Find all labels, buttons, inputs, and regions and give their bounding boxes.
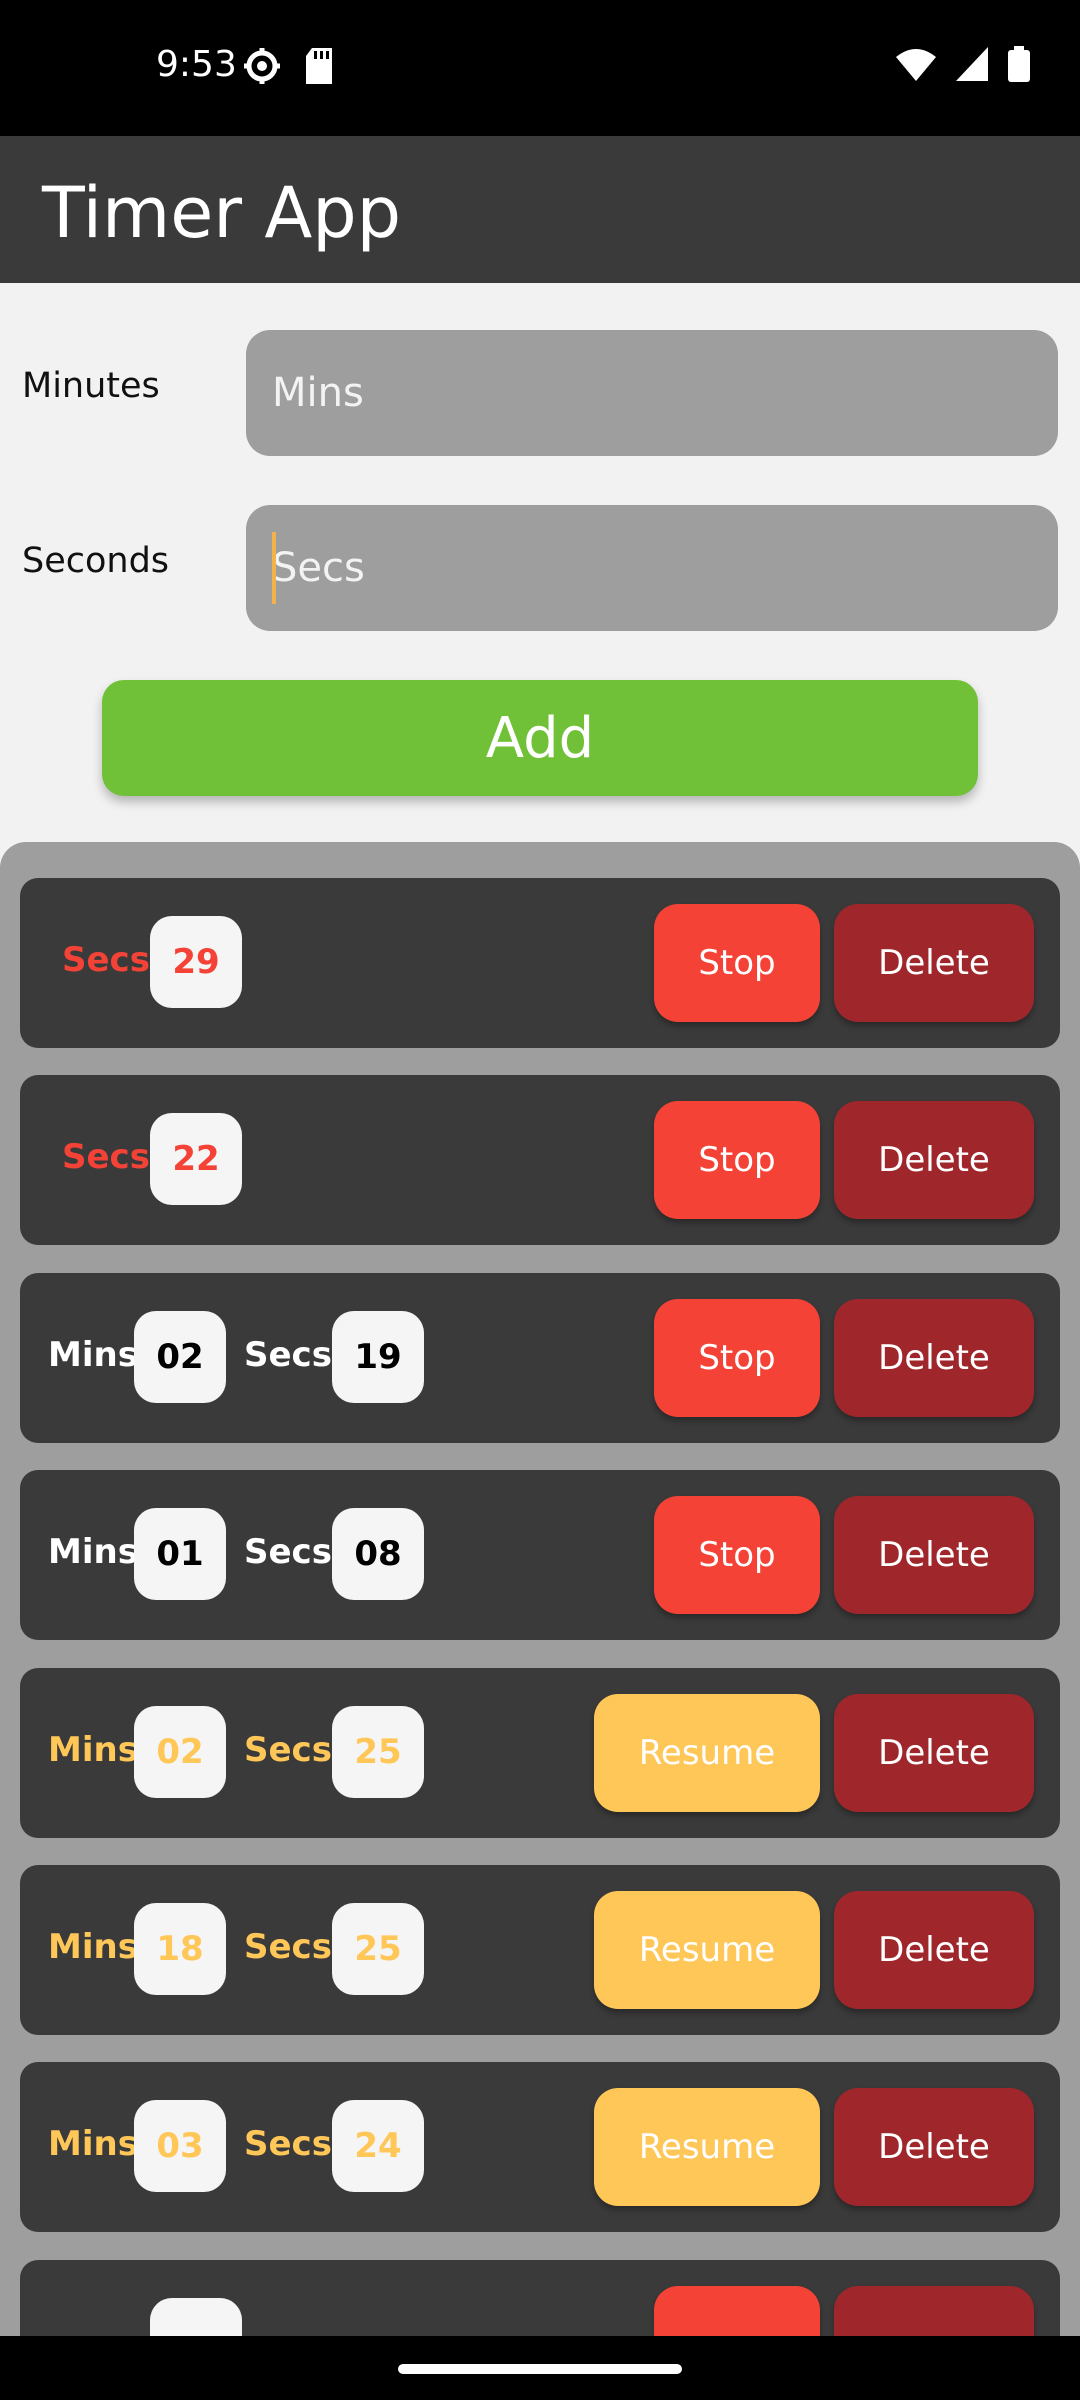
secs-label: Secs (244, 1532, 332, 1572)
timer-card: Mins 02 Secs 19 Stop Delete (20, 1273, 1060, 1443)
home-gesture-handle[interactable] (398, 2364, 682, 2374)
secs-label: Secs (244, 1927, 332, 1967)
seconds-label: Seconds (22, 541, 170, 581)
secs-value: 25 (332, 1903, 424, 1995)
minutes-input[interactable] (246, 330, 1058, 456)
delete-button[interactable]: Delete (834, 1891, 1034, 2009)
add-button[interactable]: Add (102, 680, 978, 796)
delete-button[interactable]: Delete (834, 904, 1034, 1022)
mins-label: Mins (48, 2124, 138, 2164)
delete-button[interactable]: Delete (834, 1496, 1034, 1614)
status-bar: 9:53 (0, 0, 1080, 136)
secs-label: Secs (62, 940, 150, 980)
secs-label: Secs (244, 1730, 332, 1770)
delete-button[interactable]: Delete (834, 1299, 1034, 1417)
delete-button[interactable]: Delete (834, 1694, 1034, 1812)
secs-value: 19 (332, 1311, 424, 1403)
secs-value: 29 (150, 916, 242, 1008)
secs-value: 25 (332, 1706, 424, 1798)
secs-value: 08 (332, 1508, 424, 1600)
status-icons-right (896, 46, 1030, 86)
minutes-label: Minutes (22, 366, 160, 406)
mins-label: Mins (48, 1335, 138, 1375)
timer-card: Mins 01 Secs 08 Stop Delete (20, 1470, 1060, 1640)
secs-label: Secs (62, 1137, 150, 1177)
timer-card: Mins 03 Secs 24 Resume Delete (20, 2062, 1060, 2232)
secs-value: 24 (332, 2100, 424, 2192)
mins-value: 18 (134, 1903, 226, 1995)
text-cursor (272, 532, 276, 604)
signal-icon (956, 47, 988, 85)
mins-value: 03 (134, 2100, 226, 2192)
stop-button-partial[interactable] (654, 2286, 820, 2336)
secs-value-partial (150, 2298, 242, 2336)
delete-button[interactable]: Delete (834, 1101, 1034, 1219)
battery-icon (1008, 46, 1030, 86)
delete-button-partial[interactable] (834, 2286, 1034, 2336)
seconds-input[interactable] (246, 505, 1058, 631)
resume-button[interactable]: Resume (594, 2088, 820, 2206)
navigation-bar (0, 2336, 1080, 2400)
mins-label: Mins (48, 1927, 138, 1967)
secs-label: Secs (244, 1335, 332, 1375)
stop-button[interactable]: Stop (654, 1496, 820, 1614)
stop-button[interactable]: Stop (654, 904, 820, 1022)
mins-label: Mins (48, 1730, 138, 1770)
timer-card-partial (20, 2260, 1060, 2336)
status-icons-left (242, 46, 334, 90)
timer-card: Mins 18 Secs 25 Resume Delete (20, 1865, 1060, 2035)
stop-button[interactable]: Stop (654, 1101, 820, 1219)
minutes-row: Minutes (0, 330, 1080, 456)
timer-list[interactable]: Secs 29 Stop Delete Secs 22 Stop Delete … (0, 842, 1080, 2336)
mins-value: 02 (134, 1311, 226, 1403)
resume-button[interactable]: Resume (594, 1891, 820, 2009)
stop-button[interactable]: Stop (654, 1299, 820, 1417)
mins-label: Mins (48, 1532, 138, 1572)
settings-icon (242, 46, 282, 90)
mins-value: 01 (134, 1508, 226, 1600)
timer-card: Secs 22 Stop Delete (20, 1075, 1060, 1245)
timer-card: Secs 29 Stop Delete (20, 878, 1060, 1048)
wifi-icon (896, 47, 936, 85)
delete-button[interactable]: Delete (834, 2088, 1034, 2206)
app-title: Timer App (42, 172, 402, 254)
mins-value: 02 (134, 1706, 226, 1798)
secs-value: 22 (150, 1113, 242, 1205)
timer-card: Mins 02 Secs 25 Resume Delete (20, 1668, 1060, 1838)
status-time: 9:53 (156, 44, 237, 85)
secs-label: Secs (244, 2124, 332, 2164)
sd-card-icon (304, 48, 334, 88)
seconds-row: Seconds (0, 505, 1080, 631)
resume-button[interactable]: Resume (594, 1694, 820, 1812)
app-bar: Timer App (0, 136, 1080, 283)
